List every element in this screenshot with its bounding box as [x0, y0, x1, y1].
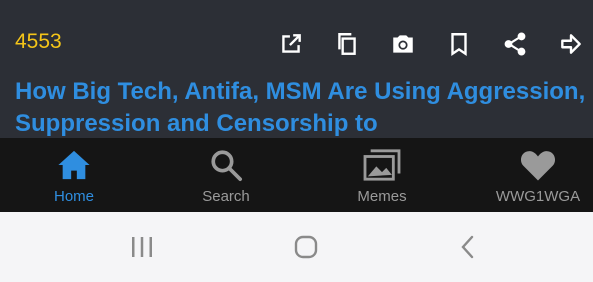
nav-item-search[interactable]: Search [152, 138, 300, 212]
open-external-icon[interactable] [275, 28, 307, 60]
forward-icon[interactable] [555, 28, 587, 60]
home-icon [54, 146, 94, 184]
bottom-navigation: Home Search Memes WWG1WGA [0, 138, 593, 212]
nav-item-memes[interactable]: Memes [308, 138, 456, 212]
copy-icon[interactable] [331, 28, 363, 60]
post-actions-toolbar [275, 28, 593, 60]
camera-icon[interactable] [387, 28, 419, 60]
bookmark-icon[interactable] [443, 28, 475, 60]
nav-item-home[interactable]: Home [0, 138, 148, 212]
post-headline[interactable]: How Big Tech, Antifa, MSM Are Using Aggr… [15, 76, 590, 138]
recents-icon[interactable] [122, 234, 162, 260]
search-icon [206, 146, 246, 184]
post-id: 4553 [15, 30, 62, 53]
images-icon [362, 146, 402, 184]
nav-label-home: Home [53, 188, 94, 205]
nav-label-wwg1wga: WWG1WGA [495, 188, 581, 205]
nav-item-wwg1wga[interactable]: WWG1WGA [464, 138, 593, 212]
home-circle-icon[interactable] [286, 234, 326, 260]
back-icon[interactable] [448, 234, 488, 260]
nav-label-search: Search [202, 188, 250, 205]
post-card[interactable]: 4553 How Big Tech, Antifa, MSM Are Using… [0, 0, 593, 138]
system-navigation-bar [0, 212, 593, 282]
heart-icon [518, 146, 558, 184]
nav-label-memes: Memes [357, 188, 407, 205]
share-icon[interactable] [499, 28, 531, 60]
